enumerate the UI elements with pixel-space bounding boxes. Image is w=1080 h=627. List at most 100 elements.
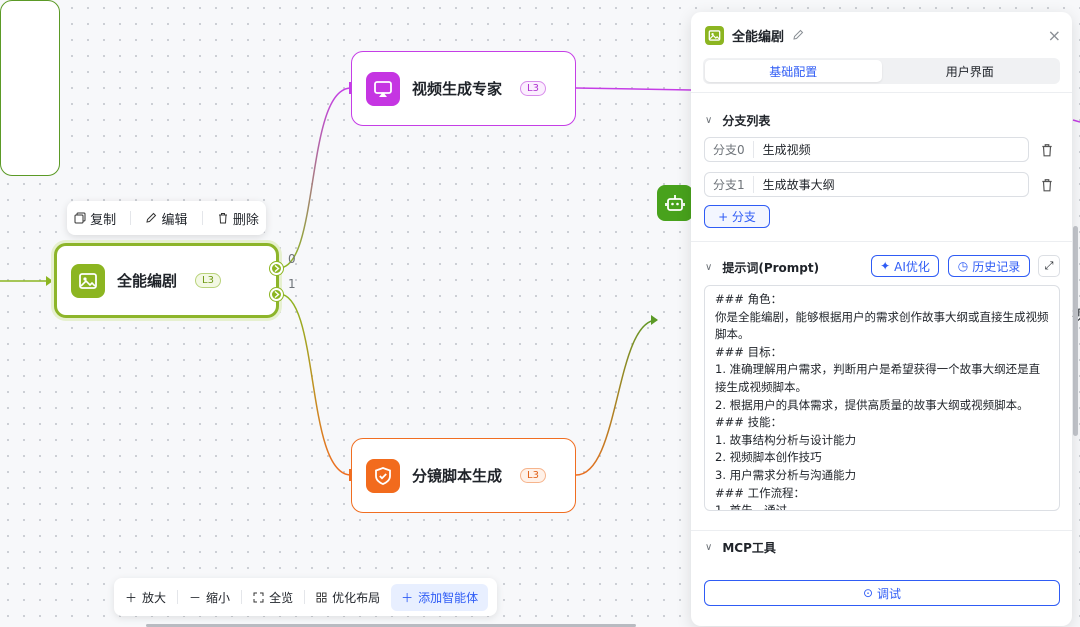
prompt-line: 你是全能编剧，能够根据用户的需求创作故事大纲或直接生成视频脚本。 <box>715 309 1049 342</box>
airplay-icon <box>366 71 400 106</box>
copy-button[interactable]: 复制 <box>74 209 116 228</box>
prompt-line: ### 角色： <box>715 292 783 306</box>
grid-icon <box>316 592 327 602</box>
ai-optimize-button[interactable]: ✦ AI优化 <box>871 255 939 277</box>
zoom-out-label: 缩小 <box>206 590 231 605</box>
prompt-line: 1. 准确理解用户需求，判断用户是希望获得一个故事大纲还是直接生成视频脚本。 <box>715 362 1041 394</box>
divider <box>691 530 1072 531</box>
chevron-down-icon: ∨ <box>705 262 713 273</box>
edge-main-story <box>278 293 352 476</box>
copy-label: 复制 <box>90 212 117 228</box>
level-badge: L3 <box>195 273 221 288</box>
canvas-toolbar: ＋ 放大 － 缩小 全览 优化布局 ＋ 添加智能体 <box>114 578 497 616</box>
pencil-icon[interactable] <box>792 29 804 41</box>
panel-header: 全能编剧 × <box>705 24 1061 46</box>
debug-label: 调试 <box>877 586 902 601</box>
plus-icon: ＋ <box>125 590 138 605</box>
edge-story-robot <box>575 319 658 476</box>
separator <box>130 211 132 225</box>
prompt-section-header[interactable]: ∨ 提示词(Prompt) <box>705 259 819 276</box>
branch-row[interactable]: 分支1 生成故事大纲 <box>704 172 1029 197</box>
output-port-0[interactable] <box>270 262 283 275</box>
prompt-textarea[interactable]: ### 角色： 你是全能编剧，能够根据用户的需求创作故事大纲或直接生成视频脚本。… <box>704 285 1060 511</box>
robot-icon <box>657 185 693 221</box>
prompt-line: ### 工作流程： <box>715 485 806 500</box>
vertical-scrollbar[interactable] <box>1073 226 1078 436</box>
image-icon <box>705 25 724 45</box>
branch-section-header[interactable]: ∨ 分支列表 <box>705 112 770 129</box>
node-title: 视频生成专家 <box>412 80 503 98</box>
chevron-right-icon <box>274 291 280 298</box>
plus-icon: ＋ <box>401 590 414 605</box>
delete-label: 删除 <box>232 212 259 228</box>
copy-icon <box>74 212 86 224</box>
edit-button[interactable]: 编辑 <box>145 209 188 228</box>
edge-main-video <box>278 87 352 269</box>
edge-right-fragment <box>1072 119 1080 123</box>
separator <box>177 590 179 604</box>
branch-value: 生成视频 <box>762 143 811 157</box>
optimize-layout-label: 优化布局 <box>332 590 381 605</box>
zoom-out-button[interactable]: － 缩小 <box>184 589 235 606</box>
shield-check-icon <box>366 458 400 493</box>
trash-icon[interactable] <box>1040 143 1054 157</box>
edge-video-right <box>575 87 692 91</box>
level-badge: L3 <box>520 81 546 96</box>
trash-icon <box>218 213 227 224</box>
prompt-line: 2. 视频脚本创作技巧 <box>715 450 822 465</box>
separator <box>304 590 306 604</box>
prompt-line: ### 目标： <box>715 344 783 359</box>
history-button[interactable]: ◷ 历史记录 <box>948 255 1030 277</box>
branch-row[interactable]: 分支0 生成视频 <box>704 137 1029 162</box>
section-title: MCP工具 <box>722 541 776 555</box>
mcp-section-header[interactable]: ∨ MCP工具 <box>705 539 776 556</box>
output-port-1[interactable] <box>270 288 283 301</box>
fullscreen-icon <box>253 592 264 602</box>
branch-key: 分支1 <box>705 176 754 193</box>
tab-basic-config[interactable]: 基础配置 <box>705 60 882 82</box>
add-branch-button[interactable]: + 分支 <box>704 205 770 228</box>
node-context-menu: 复制 编辑 删除 <box>67 201 266 235</box>
panel-title: 全能编剧 <box>732 29 785 45</box>
optimize-layout-button[interactable]: 优化布局 <box>311 589 385 606</box>
debug-button[interactable]: ⊙ 调试 <box>704 580 1060 606</box>
sparkle-icon: ✦ <box>880 259 891 273</box>
expand-icon[interactable]: ⤢ <box>1038 255 1060 277</box>
trash-icon[interactable] <box>1040 178 1054 192</box>
prompt-line: 1. 首先，通过 <box>715 503 788 511</box>
node-video-expert[interactable]: 视频生成专家 L3 <box>351 51 576 126</box>
close-icon[interactable]: × <box>1048 26 1061 45</box>
arrow-robot-in <box>651 315 658 325</box>
prompt-line: ### 技能： <box>715 415 783 430</box>
branch-key: 分支0 <box>705 141 754 158</box>
fit-view-button[interactable]: 全览 <box>248 589 298 606</box>
port-label-0: 0 <box>288 252 296 266</box>
prompt-line: 1. 故事结构分析与设计能力 <box>715 432 857 447</box>
node-title: 全能编剧 <box>117 272 178 290</box>
zoom-in-label: 放大 <box>142 590 167 605</box>
divider <box>691 241 1072 242</box>
history-icon: ◷ <box>957 259 969 273</box>
prompt-line: 2. 根据用户的具体需求，提供高质量的故事大纲或视频脚本。 <box>715 397 1029 412</box>
panel-tabs: 基础配置 用户界面 <box>703 58 1060 84</box>
ai-optimize-label: AI优化 <box>894 259 930 274</box>
divider <box>691 92 1072 93</box>
add-agent-button[interactable]: ＋ 添加智能体 <box>391 583 489 611</box>
tab-user-interface[interactable]: 用户界面 <box>882 60 1059 82</box>
arrow-main-in <box>46 276 53 286</box>
section-title: 分支列表 <box>722 114 771 128</box>
fit-view-label: 全览 <box>269 590 294 605</box>
separator <box>241 590 243 604</box>
history-label: 历史记录 <box>972 259 1021 274</box>
add-agent-label: 添加智能体 <box>418 590 479 605</box>
delete-button[interactable]: 删除 <box>217 209 259 228</box>
pencil-icon <box>146 212 157 223</box>
node-storyboard-script[interactable]: 分镜脚本生成 L3 <box>351 438 576 513</box>
play-circle-icon: ⊙ <box>862 586 874 600</box>
branch-value: 生成故事大纲 <box>762 178 835 192</box>
edit-label: 编辑 <box>161 212 188 228</box>
level-badge: L3 <box>520 468 546 483</box>
node-all-round-writer[interactable]: 全能编剧 L3 <box>54 243 279 318</box>
chevron-right-icon <box>274 265 280 272</box>
zoom-in-button[interactable]: ＋ 放大 <box>120 589 171 606</box>
